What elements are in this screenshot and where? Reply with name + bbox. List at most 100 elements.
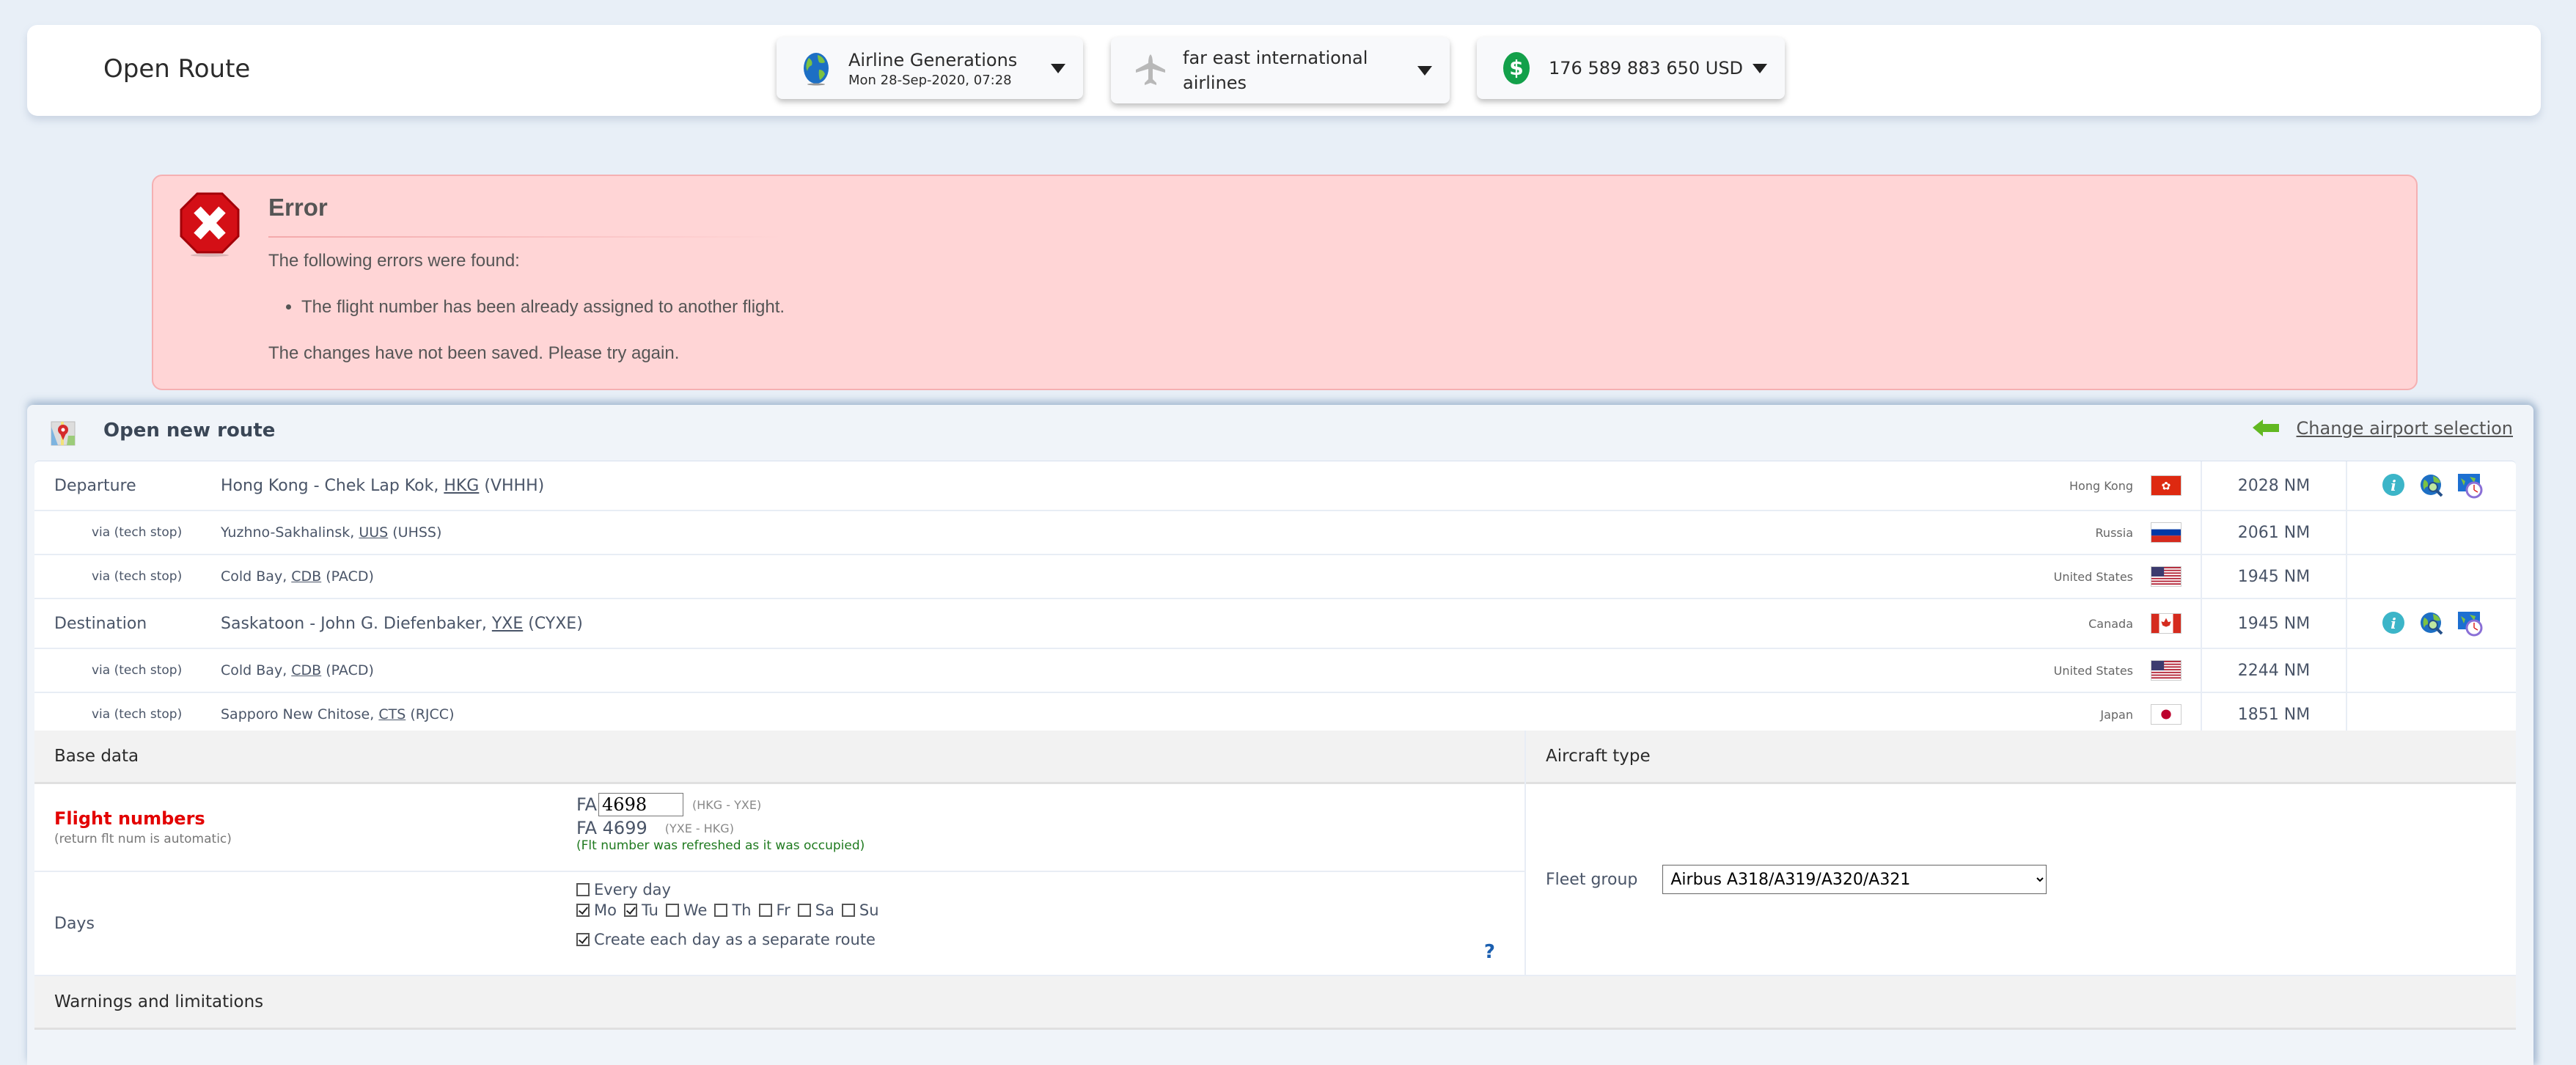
flag-ca-icon <box>2151 613 2181 634</box>
chevron-down-icon <box>1051 63 1065 73</box>
flight-number-input[interactable] <box>598 793 684 816</box>
route-row-tech-stop: via (tech stop) Cold Bay, CDB (PACD) Uni… <box>34 649 2516 693</box>
country: Hong Kong ✿ <box>1918 475 2201 496</box>
fleet-group-select[interactable]: Airbus A318/A319/A320/A321 <box>1662 865 2047 894</box>
route-row-label: via (tech stop) <box>92 707 183 722</box>
weekday-checkbox-su[interactable] <box>841 904 855 917</box>
iata-code-link[interactable]: HKG <box>444 477 479 495</box>
game-datetime: Mon 28-Sep-2020, 07:28 <box>848 73 1012 88</box>
airport-name: Sapporo New Chitose, CTS (RJCC) <box>221 706 1918 722</box>
aircraft-type-heading: Aircraft type <box>1526 731 2516 784</box>
weekday-checkboxes: Mo Tu We Th Fr Sa Su <box>576 901 1524 919</box>
every-day-label: Every day <box>594 881 671 899</box>
distance: 2061 NM <box>2201 511 2346 554</box>
airport-actions: i <box>2346 599 2516 648</box>
country-name: Canada <box>2088 616 2133 631</box>
flag-hk-icon: ✿ <box>2151 475 2181 496</box>
flight-numbers-label: Flight numbers <box>54 808 205 829</box>
info-icon[interactable]: i <box>2380 610 2407 637</box>
icao-code: (VHHH) <box>484 476 545 495</box>
airline-name: far east international airlines <box>1183 48 1368 93</box>
iata-code-link[interactable]: CDB <box>291 662 321 678</box>
country-name: Japan <box>2100 707 2133 722</box>
airport-actions <box>2346 555 2516 598</box>
error-divider <box>268 236 782 238</box>
country: United States <box>1918 566 2201 587</box>
every-day-checkbox[interactable] <box>576 883 590 896</box>
separate-route-label: Create each day as a separate route <box>594 931 876 948</box>
error-intro: The following errors were found: <box>268 251 520 271</box>
airport-name: Hong Kong - Chek Lap Kok, HKG (VHHH) <box>221 477 1918 495</box>
aircraft-type-title: Aircraft type <box>1546 747 1651 766</box>
route-row-destination: Destination Saskatoon - John G. Diefenba… <box>34 599 2516 649</box>
change-airport-link[interactable]: Change airport selection <box>2252 418 2513 439</box>
separate-route-checkbox[interactable] <box>576 933 590 946</box>
weekday-checkbox-mo[interactable] <box>576 904 590 917</box>
airplane-icon <box>1136 54 1165 85</box>
airport-actions <box>2346 693 2516 736</box>
distance: 2028 NM <box>2201 461 2346 510</box>
airport-actions <box>2346 511 2516 554</box>
globe-search-icon[interactable] <box>2418 472 2445 499</box>
route-row-label: via (tech stop) <box>92 569 183 584</box>
distance: 1945 NM <box>2201 599 2346 648</box>
weekday-checkbox-we[interactable] <box>665 904 679 917</box>
airline-selector[interactable]: far east international airlines <box>1111 37 1450 103</box>
warnings-heading: Warnings and limitations <box>34 975 2516 1030</box>
weekday-checkbox-tu[interactable] <box>623 904 637 917</box>
flag-jp-icon <box>2151 704 2181 725</box>
iata-code-link[interactable]: UUS <box>359 524 388 541</box>
weekday-label: Su <box>859 901 879 919</box>
svg-text:i: i <box>2390 477 2396 494</box>
route-row-tech-stop: via (tech stop) Yuzhno-Sakhalinsk, UUS (… <box>34 511 2516 555</box>
arrow-left-icon <box>2252 420 2279 436</box>
airport-name: Yuzhno-Sakhalinsk, UUS (UHSS) <box>221 524 1918 541</box>
country-name: Hong Kong <box>2069 478 2133 493</box>
error-footer: The changes have not been saved. Please … <box>268 343 680 363</box>
help-icon[interactable]: ? <box>1484 941 1495 963</box>
icao-code: (PACD) <box>326 568 374 585</box>
dollar-icon: $ <box>1503 52 1530 84</box>
info-icon[interactable]: i <box>2380 472 2407 499</box>
globe-search-icon[interactable] <box>2418 610 2445 637</box>
chevron-down-icon <box>1753 63 1767 73</box>
timezone-clock-icon[interactable] <box>2456 472 2483 499</box>
page-title: Open Route <box>103 54 251 84</box>
weekday-checkbox-th[interactable] <box>714 904 728 917</box>
airport-city: Sapporo New Chitose, <box>221 706 379 722</box>
route-row-label: via (tech stop) <box>92 525 183 540</box>
airport-actions: i <box>2346 461 2516 510</box>
chevron-down-icon <box>1417 65 1432 76</box>
icao-code: (PACD) <box>326 662 374 678</box>
weekday-checkbox-sa[interactable] <box>797 904 811 917</box>
airport-city: Cold Bay, <box>221 568 292 585</box>
country-name: United States <box>2053 569 2133 584</box>
weekday-label: Th <box>732 901 752 919</box>
airport-name: Saskatoon - John G. Diefenbaker, YXE (CY… <box>221 615 1918 633</box>
base-data-title: Base data <box>54 747 139 766</box>
weekday-checkbox-fr[interactable] <box>758 904 772 917</box>
days-label: Days <box>54 914 95 933</box>
iata-code-link[interactable]: YXE <box>492 615 523 633</box>
iata-code-link[interactable]: CDB <box>291 568 321 585</box>
country: Canada <box>1918 613 2201 634</box>
panel-title: Open new route <box>103 420 276 442</box>
airport-city: Yuzhno-Sakhalinsk, <box>221 524 359 541</box>
route-row-label: Departure <box>54 476 136 495</box>
balance-selector[interactable]: $ 176 589 883 650 USD <box>1477 37 1785 99</box>
balance-value: 176 589 883 650 USD <box>1549 58 1744 78</box>
airport-city: Hong Kong - Chek Lap Kok, <box>221 476 444 495</box>
icao-code: (CYXE) <box>528 614 583 633</box>
error-title: Error <box>268 194 328 221</box>
change-airport-label[interactable]: Change airport selection <box>2297 418 2513 439</box>
route-row-tech-stop: via (tech stop) Cold Bay, CDB (PACD) Uni… <box>34 555 2516 599</box>
flag-ru-icon <box>2151 522 2181 543</box>
weekday-label: Sa <box>815 901 834 919</box>
timezone-clock-icon[interactable] <box>2456 610 2483 637</box>
game-selector[interactable]: Airline Generations Mon 28-Sep-2020, 07:… <box>777 37 1083 99</box>
flag-us-icon <box>2151 566 2181 587</box>
route-row-label: Destination <box>54 614 147 633</box>
iata-code-link[interactable]: CTS <box>378 706 406 722</box>
error-item: The flight number has been already assig… <box>301 297 785 318</box>
return-route: (YXE - HKG) <box>664 821 734 835</box>
